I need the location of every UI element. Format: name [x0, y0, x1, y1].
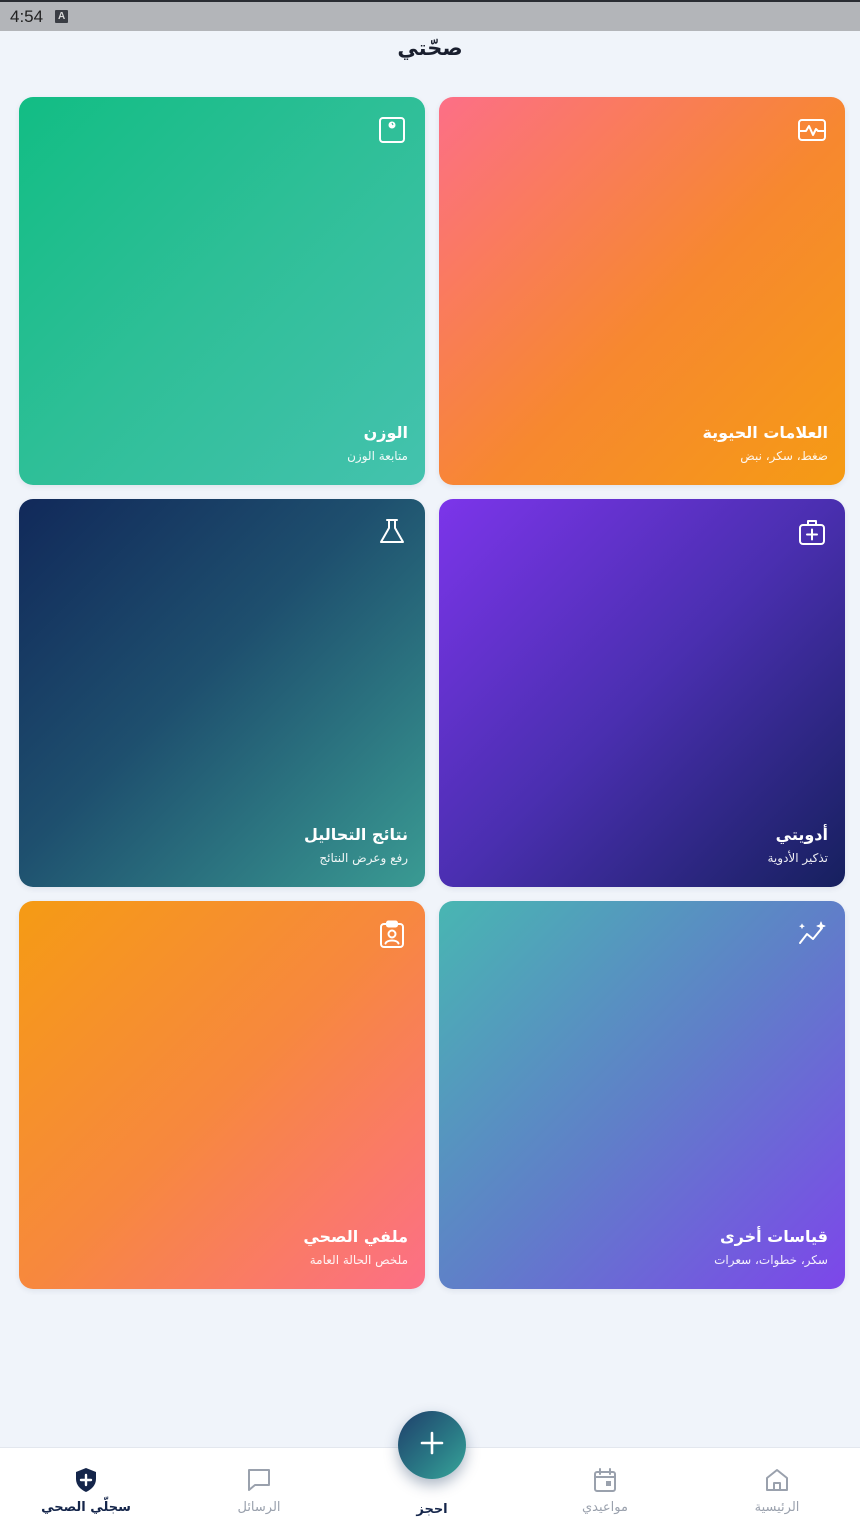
card-title: الوزن: [363, 423, 408, 442]
nav-health-record-label: سجلّي الصحي: [41, 1500, 131, 1515]
card-subtitle: رفع وعرض النتائج: [319, 851, 408, 865]
card-my-medications[interactable]: أدويتي تذكير الأدوية: [439, 499, 845, 887]
status-bar: 4:54 A: [0, 0, 860, 31]
card-title: نتائج التحاليل: [303, 825, 408, 844]
card-subtitle: سكر، خطوات، سعرات: [714, 1253, 828, 1267]
card-subtitle: ضغط، سكر، نبض: [740, 449, 828, 463]
page-title: صحّتي: [397, 36, 463, 60]
card-other-measurements[interactable]: قياسات أخرى سكر، خطوات، سعرات: [439, 901, 845, 1289]
book-fab-button[interactable]: [398, 1411, 466, 1479]
nav-appointments-label: مواعيدي: [582, 1500, 628, 1515]
calendar-icon: [591, 1466, 619, 1494]
nav-messages-label: الرسائل: [237, 1500, 281, 1515]
keyboard-indicator-icon: A: [55, 10, 69, 23]
vitals-monitor-icon: [797, 115, 827, 145]
lab-flask-icon: [377, 517, 407, 547]
clipboard-user-icon: [377, 919, 407, 949]
card-weight[interactable]: الوزن متابعة الوزن: [19, 97, 425, 485]
nav-home-label: الرئيسية: [754, 1500, 800, 1515]
nav-appointments[interactable]: مواعيدي: [545, 1466, 665, 1515]
card-title: ملفي الصحي: [303, 1227, 408, 1246]
card-subtitle: تذكير الأدوية: [767, 851, 829, 865]
card-title: أدويتي: [775, 825, 828, 844]
shield-plus-icon: [72, 1466, 100, 1494]
scale-icon: [377, 115, 407, 145]
home-icon: [763, 1466, 791, 1494]
card-subtitle: متابعة الوزن: [347, 449, 408, 463]
trend-sparkle-icon: [797, 919, 827, 949]
nav-home[interactable]: الرئيسية: [717, 1466, 837, 1515]
medical-kit-icon: [797, 517, 827, 547]
card-subtitle: ملخص الحالة العامة: [309, 1253, 408, 1267]
card-lab-results[interactable]: نتائج التحاليل رفع وعرض النتائج: [19, 499, 425, 887]
nav-health-record[interactable]: سجلّي الصحي: [26, 1466, 146, 1515]
card-title: العلامات الحيوية: [702, 423, 828, 442]
card-health-profile[interactable]: ملفي الصحي ملخص الحالة العامة: [19, 901, 425, 1289]
card-title: قياسات أخرى: [719, 1227, 828, 1246]
status-time: 4:54: [10, 6, 44, 26]
plus-icon: [418, 1429, 446, 1461]
book-fab-label: احجز: [416, 1502, 448, 1517]
health-cards-grid: العلامات الحيوية ضغط، سكر، نبض الوزن متا…: [19, 97, 845, 1289]
nav-messages[interactable]: الرسائل: [199, 1466, 319, 1515]
card-vital-signs[interactable]: العلامات الحيوية ضغط، سكر، نبض: [439, 97, 845, 485]
chat-bubble-icon: [245, 1466, 273, 1494]
